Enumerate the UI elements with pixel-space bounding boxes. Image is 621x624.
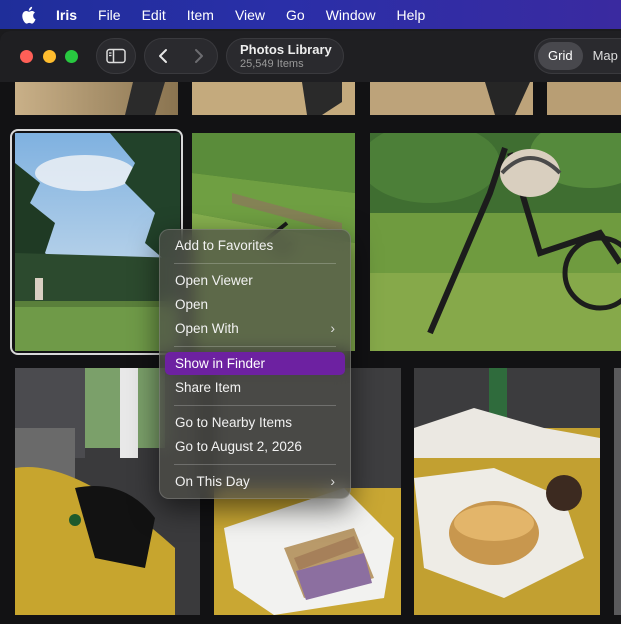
- chevron-right-icon: [195, 49, 203, 63]
- minimize-window-button[interactable]: [43, 50, 56, 63]
- chevron-right-icon: ›: [330, 320, 335, 336]
- toggle-sidebar-button[interactable]: [96, 38, 136, 74]
- forward-button[interactable]: [181, 39, 217, 73]
- menu-bar: Iris File Edit Item View Go Window Help: [0, 0, 621, 29]
- menu-item-open[interactable]: Open: [165, 293, 345, 316]
- navigation-buttons: [144, 38, 218, 74]
- photo-thumbnail[interactable]: [614, 368, 621, 615]
- menu-view[interactable]: View: [235, 7, 265, 23]
- menu-window[interactable]: Window: [326, 7, 376, 23]
- photo-thumbnail[interactable]: [414, 368, 600, 615]
- photo-thumbnail[interactable]: [370, 133, 621, 351]
- photo-thumbnail[interactable]: [192, 82, 355, 115]
- apple-icon[interactable]: [20, 6, 36, 24]
- photo-thumbnail[interactable]: [15, 82, 178, 115]
- sidebar-icon: [106, 48, 126, 64]
- view-mode-segmented-control: Grid Map: [534, 38, 621, 74]
- menu-edit[interactable]: Edit: [142, 7, 166, 23]
- menu-help[interactable]: Help: [397, 7, 426, 23]
- close-window-button[interactable]: [20, 50, 33, 63]
- view-mode-grid[interactable]: Grid: [538, 42, 583, 70]
- main-window: Photos Library 25,549 Items Grid Map Add…: [0, 31, 621, 624]
- toolbar: Photos Library 25,549 Items Grid Map: [0, 31, 621, 82]
- photo-thumbnail[interactable]: [547, 82, 621, 115]
- menu-item-add-to-favorites[interactable]: Add to Favorites: [165, 234, 345, 257]
- menu-item-go-to-date[interactable]: Go to August 2, 2026: [165, 435, 345, 458]
- menu-item-share-item[interactable]: Share Item: [165, 376, 345, 399]
- chevron-left-icon: [159, 49, 167, 63]
- menu-item-open-with[interactable]: Open With ›: [165, 317, 345, 340]
- menu-go[interactable]: Go: [286, 7, 305, 23]
- menu-item-label: Open With: [175, 321, 239, 336]
- view-mode-map[interactable]: Map: [583, 42, 621, 70]
- menu-item-label: On This Day: [175, 474, 250, 489]
- menu-item[interactable]: Item: [187, 7, 214, 23]
- context-menu: Add to Favorites Open Viewer Open Open W…: [159, 229, 351, 499]
- app-menu[interactable]: Iris: [56, 7, 77, 23]
- menu-separator: [174, 263, 336, 264]
- library-item-count: 25,549 Items: [240, 58, 304, 70]
- back-button[interactable]: [145, 39, 181, 73]
- menu-separator: [174, 405, 336, 406]
- menu-item-go-to-nearby-items[interactable]: Go to Nearby Items: [165, 411, 345, 434]
- menu-separator: [174, 464, 336, 465]
- zoom-window-button[interactable]: [65, 50, 78, 63]
- menu-file[interactable]: File: [98, 7, 121, 23]
- library-name: Photos Library: [240, 42, 332, 57]
- chevron-right-icon: ›: [330, 473, 335, 489]
- menu-item-open-viewer[interactable]: Open Viewer: [165, 269, 345, 292]
- photo-thumbnail[interactable]: [370, 82, 533, 115]
- selection-outline: [10, 129, 183, 355]
- menu-separator: [174, 346, 336, 347]
- menu-item-on-this-day[interactable]: On This Day ›: [165, 470, 345, 493]
- library-title: Photos Library 25,549 Items: [226, 38, 344, 74]
- menu-item-show-in-finder[interactable]: Show in Finder: [165, 352, 345, 375]
